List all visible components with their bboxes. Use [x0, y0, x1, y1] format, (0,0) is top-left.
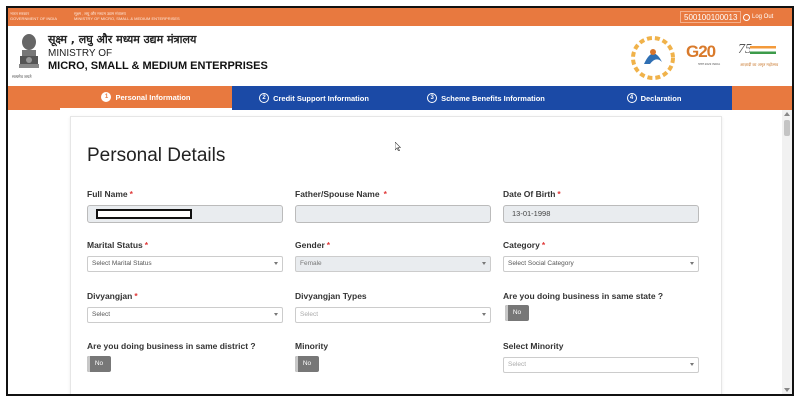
- flag-icon: [750, 46, 776, 54]
- azadi-logo: 75 आज़ादी का अमृत महोत्सव: [736, 40, 780, 76]
- logout-label: Log Out: [752, 14, 774, 20]
- step-number: 4: [626, 93, 637, 103]
- divyangjan-select[interactable]: Select: [87, 307, 283, 323]
- label-text: Divyangjan: [87, 291, 133, 301]
- step-declaration[interactable]: 4 Declaration: [576, 86, 732, 110]
- same-state-toggle[interactable]: No: [505, 305, 529, 321]
- chevron-down-icon: [690, 363, 694, 366]
- select-value: Select Social Category: [508, 260, 574, 267]
- ministry-english-small: MINISTRY OF MICRO, SMALL & MEDIUM ENTERP…: [74, 16, 180, 21]
- required-marker: *: [326, 240, 331, 250]
- national-emblem-icon: [19, 34, 39, 68]
- ministry-name: MICRO, SMALL & MEDIUM ENTERPRISES: [48, 60, 268, 72]
- step-label: Credit Support Information: [273, 93, 369, 103]
- step-credit-support-information[interactable]: 2 Credit Support Information: [232, 86, 396, 110]
- application-number: 500100100013: [680, 11, 742, 23]
- ministry-of-text: MINISTRY OF: [48, 48, 113, 59]
- step-scheme-benefits-information[interactable]: 3 Scheme Benefits Information: [396, 86, 576, 110]
- select-value: Select: [300, 311, 319, 318]
- ministry-small-text: सूक्ष्म , लघु और मध्यम उद्यम मंत्रालय MI…: [74, 11, 204, 21]
- g20-text: G20: [686, 42, 716, 61]
- g20-logo: G20 भारत 2023 INDIA: [684, 40, 728, 72]
- logout-button[interactable]: Log Out: [743, 11, 773, 23]
- gender-select[interactable]: Female: [295, 256, 491, 272]
- same-district-label: Are you doing business in same district …: [87, 341, 256, 351]
- page-title: Personal Details: [87, 145, 226, 166]
- select-value: Select: [92, 311, 111, 318]
- step-label: Personal Information: [115, 92, 191, 102]
- divyangjan-types-label: Divyangjan Types: [295, 291, 367, 301]
- select-minority-label: Select Minority: [503, 341, 564, 351]
- chevron-down-icon: [482, 262, 486, 265]
- category-label: Category *: [503, 240, 545, 250]
- scroll-down-icon[interactable]: [784, 388, 790, 392]
- full-name-input[interactable]: [87, 205, 283, 223]
- select-value: Select: [508, 361, 527, 368]
- marital-status-label: Marital Status *: [87, 240, 148, 250]
- marital-status-select[interactable]: Select Marital Status: [87, 256, 283, 272]
- chevron-down-icon: [274, 313, 278, 316]
- same-district-toggle[interactable]: No: [87, 356, 111, 372]
- step-number: 3: [427, 93, 438, 103]
- chevron-down-icon: [274, 262, 278, 265]
- g20-subtext: भारत 2023 INDIA: [698, 62, 721, 66]
- label-text: Full Name: [87, 189, 128, 199]
- power-icon: [743, 13, 750, 21]
- chevron-down-icon: [690, 262, 694, 265]
- required-marker: *: [557, 189, 561, 199]
- label-text: Father/Spouse Name: [295, 189, 380, 199]
- father-name-input[interactable]: [295, 205, 491, 223]
- browser-frame: भारत सरकार GOVERNMENT OF INDIA सूक्ष्म ,…: [6, 6, 794, 396]
- divyangjan-label: Divyangjan *: [87, 291, 138, 301]
- step-navigation: 1 Personal Information 2 Credit Support …: [8, 86, 792, 110]
- step-number: 2: [259, 93, 270, 103]
- required-marker: *: [144, 240, 149, 250]
- site-header: सत्यमेव जयते सूक्ष्म , लघु और मध्यम उद्य…: [8, 26, 792, 86]
- page-scrollbar[interactable]: [782, 110, 792, 394]
- minority-toggle[interactable]: No: [295, 356, 319, 372]
- step-number: 1: [101, 92, 112, 102]
- step-label: Declaration: [640, 93, 682, 103]
- category-select[interactable]: Select Social Category: [503, 256, 699, 272]
- same-state-label: Are you doing business in same state ?: [503, 291, 664, 301]
- label-text: Date Of Birth: [503, 189, 556, 199]
- label-text: Category: [503, 240, 540, 250]
- required-marker: *: [129, 189, 133, 199]
- select-value: Select Marital Status: [92, 260, 152, 267]
- mouse-cursor-icon: [395, 142, 401, 151]
- divyangjan-types-select[interactable]: Select: [295, 307, 491, 323]
- required-marker: *: [541, 240, 546, 250]
- label-text: Marital Status: [87, 240, 143, 250]
- redacted-value: [96, 209, 192, 219]
- gov-of-india-text: भारत सरकार GOVERNMENT OF INDIA: [10, 11, 70, 21]
- select-value: Female: [300, 260, 322, 267]
- gov-english: GOVERNMENT OF INDIA: [10, 16, 58, 21]
- required-marker: *: [383, 189, 387, 199]
- dob-label: Date Of Birth *: [503, 189, 561, 199]
- top-strip: भारत सरकार GOVERNMENT OF INDIA सूक्ष्म ,…: [8, 8, 792, 26]
- scroll-thumb[interactable]: [784, 120, 790, 136]
- azadi-text: आज़ादी का अमृत महोत्सव: [740, 62, 779, 67]
- scheme-logo-icon: [631, 36, 675, 80]
- step-label: Scheme Benefits Information: [441, 93, 545, 103]
- personal-details-card: Personal Details Full Name * Father/Spous…: [70, 116, 722, 394]
- gender-label: Gender *: [295, 240, 330, 250]
- minority-label: Minority: [295, 341, 329, 351]
- emblem-caption: सत्यमेव जयते: [12, 74, 32, 79]
- label-text: Gender: [295, 240, 325, 250]
- required-marker: *: [134, 291, 138, 301]
- chevron-down-icon: [482, 313, 486, 316]
- ministry-hindi-title: सूक्ष्म , लघु और मध्यम उद्यम मंत्रालय: [48, 33, 197, 46]
- father-name-label: Father/Spouse Name *: [295, 189, 387, 199]
- dob-input[interactable]: 13-01-1998: [503, 205, 699, 223]
- scroll-up-icon[interactable]: [784, 112, 790, 116]
- full-name-label: Full Name *: [87, 189, 133, 199]
- select-minority-select[interactable]: Select: [503, 357, 699, 373]
- step-personal-information[interactable]: 1 Personal Information: [60, 86, 232, 110]
